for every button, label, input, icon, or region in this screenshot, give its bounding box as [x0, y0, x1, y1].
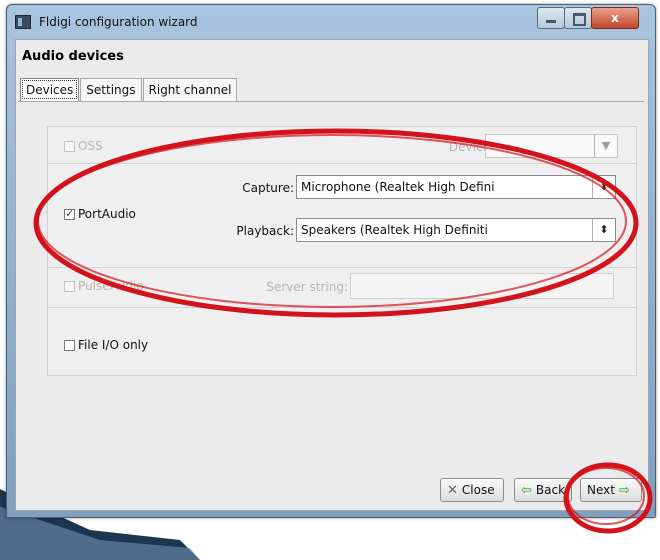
oss-checkbox[interactable]: OSS — [64, 139, 103, 153]
capture-select[interactable]: Microphone (Realtek High Defini ⬍ — [296, 175, 616, 199]
file-io-checkbox[interactable]: File I/O only — [64, 338, 148, 352]
button-bar: ✕ Close ⇦ Back Next ⇨ — [18, 476, 644, 506]
file-io-label: File I/O only — [78, 338, 149, 352]
oss-checkbox-box — [64, 140, 75, 152]
window-close-button[interactable]: x — [591, 7, 639, 29]
green-arrow-right-icon: ⇨ — [618, 482, 630, 498]
close-button-label: Close — [461, 483, 495, 497]
tab-right-channel[interactable]: Right channel — [142, 78, 238, 101]
close-button[interactable]: ✕ Close — [440, 478, 504, 502]
back-button-label: Back — [535, 483, 566, 497]
server-string-label: Server string: — [266, 280, 348, 294]
tab-settings[interactable]: Settings — [80, 78, 142, 101]
audio-device-group: OSS Device: ▼ PortAudio Capture: Microph… — [47, 126, 637, 376]
close-x-icon: ✕ — [447, 482, 458, 498]
page-title: Audio devices — [22, 49, 124, 64]
divider — [48, 267, 636, 268]
chevron-down-icon: ▼ — [594, 135, 617, 157]
spin-arrows-icon: ⬍ — [592, 176, 615, 198]
maximize-button[interactable] — [564, 7, 592, 29]
title-bar[interactable]: Fldigi configuration wizard x — [7, 5, 655, 39]
pulseaudio-checkbox-box — [64, 280, 75, 292]
file-io-checkbox-box — [64, 339, 75, 351]
minimize-button[interactable] — [537, 7, 565, 29]
wizard-content: Audio devices Devices Settings Right cha… — [15, 39, 649, 511]
oss-device-select[interactable]: ▼ — [485, 134, 618, 158]
pulseaudio-checkbox[interactable]: PulseAudio — [64, 279, 144, 293]
maximize-icon — [573, 13, 586, 26]
divider — [48, 163, 636, 164]
spin-arrows-icon: ⬍ — [592, 219, 615, 241]
green-arrow-left-icon: ⇦ — [521, 482, 532, 498]
portaudio-label: PortAudio — [78, 207, 136, 221]
portaudio-checkbox[interactable]: PortAudio — [64, 207, 136, 221]
next-button-label: Next — [587, 483, 615, 497]
tab-devices[interactable]: Devices — [20, 78, 80, 101]
playback-select[interactable]: Speakers (Realtek High Definiti ⬍ — [296, 218, 616, 242]
next-button[interactable]: Next ⇨ — [580, 478, 642, 502]
tab-bar: Devices Settings Right channel — [20, 78, 238, 102]
window-title: Fldigi configuration wizard — [39, 15, 198, 29]
server-string-input[interactable] — [350, 273, 614, 299]
app-icon — [15, 15, 31, 29]
oss-label: OSS — [78, 139, 103, 153]
pulseaudio-label: PulseAudio — [78, 279, 144, 293]
playback-label: Playback: — [236, 224, 294, 238]
playback-value: Speakers (Realtek High Definiti — [301, 223, 488, 237]
wizard-window: Fldigi configuration wizard x Audio devi… — [6, 4, 656, 518]
back-button[interactable]: ⇦ Back — [514, 478, 572, 502]
close-x-icon: x — [611, 11, 619, 25]
capture-label: Capture: — [242, 181, 294, 195]
devices-panel: OSS Device: ▼ PortAudio Capture: Microph… — [18, 101, 644, 470]
capture-value: Microphone (Realtek High Defini — [301, 180, 495, 194]
minimize-icon — [546, 20, 556, 23]
divider — [48, 307, 636, 308]
portaudio-checkbox-box — [64, 207, 75, 220]
